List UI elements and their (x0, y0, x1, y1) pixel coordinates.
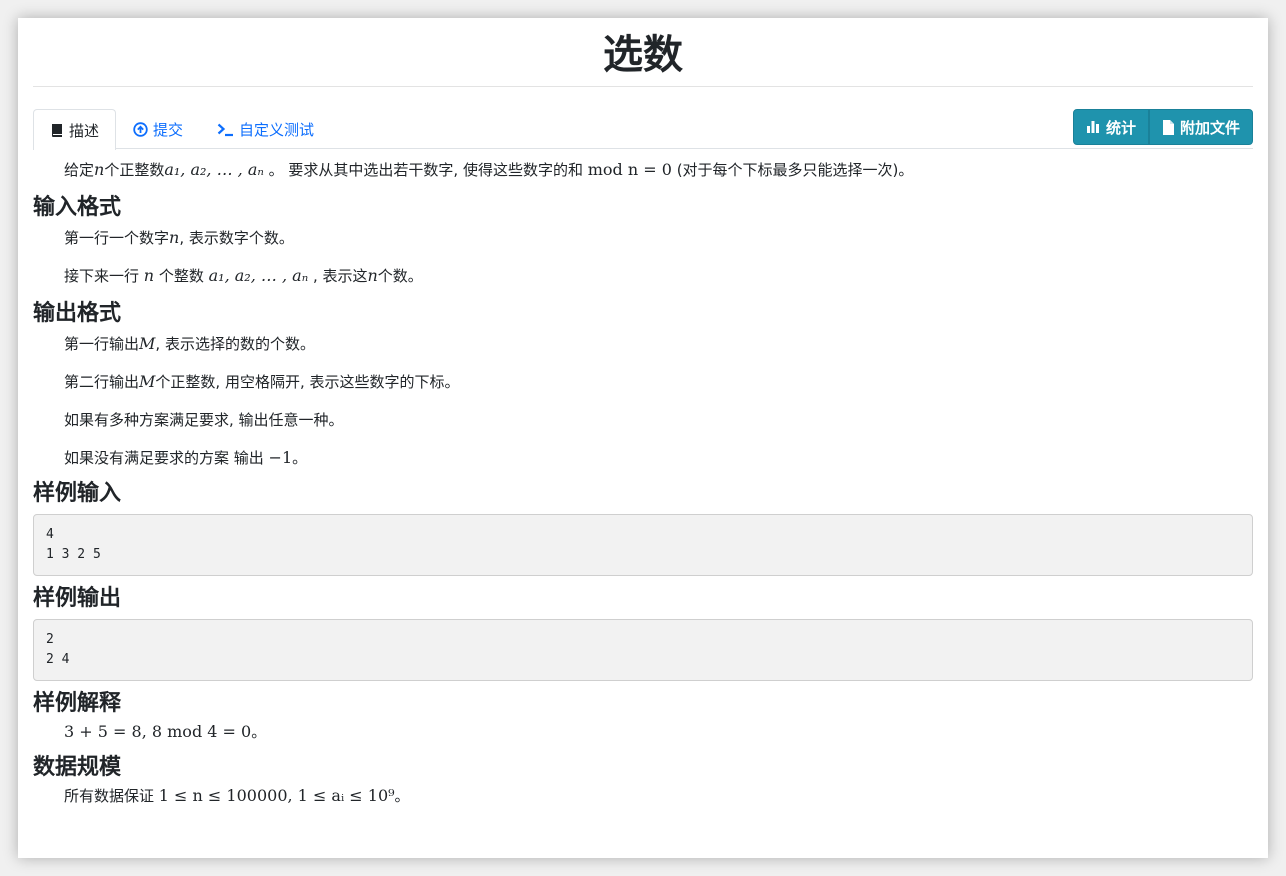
sample-input-block: 4 1 3 2 5 (33, 514, 1253, 576)
terminal-icon (217, 122, 234, 137)
file-icon (1162, 119, 1174, 135)
bar-chart-icon (1086, 120, 1100, 134)
sample-output-block: 2 2 4 (33, 619, 1253, 681)
math-formula: 1 ≤ n ≤ 100000, 1 ≤ aᵢ ≤ 10⁹ (158, 786, 395, 805)
text: 第一行一个数字 (64, 229, 170, 247)
math-var: M (139, 334, 156, 353)
text: 第一行输出 (64, 335, 140, 353)
book-icon (50, 123, 64, 138)
math-formula: mod n = 0 (587, 160, 672, 179)
math-var: n (169, 228, 180, 247)
page-title: 选数 (603, 32, 683, 78)
input-line-1: 第一行一个数字n, 表示数字个数。 (33, 227, 1253, 249)
text: , 表示选择的数的个数。 (155, 335, 315, 353)
sample-explanation-text: 3 + 5 = 8, 8 mod 4 = 0。 (33, 721, 1253, 743)
math-var: n (94, 160, 105, 179)
output-line-3: 如果有多种方案满足要求, 输出任意一种。 (64, 411, 344, 429)
data-scale-heading: 数据规模 (33, 755, 122, 780)
sample-explanation-heading: 样例解释 (33, 691, 122, 716)
text: 。 (251, 723, 267, 741)
attachments-label: 附加文件 (1179, 118, 1240, 137)
tab-bar: 描述 提交 自定义测试 统计 附加文件 (33, 109, 1253, 150)
tab-custom-test[interactable]: 自定义测试 (200, 109, 331, 148)
upload-circle-icon (133, 121, 148, 137)
attachments-button[interactable]: 附加文件 (1148, 109, 1253, 145)
math-sequence: a₁, a₂, … , aₙ (208, 266, 309, 285)
problem-content: 给定n个正整数a₁, a₂, … , aₙ 。 要求从其中选出若干数字, 使得这… (33, 159, 1253, 807)
intro-text: 给定 (64, 161, 95, 179)
intro-paragraph: 给定n个正整数a₁, a₂, … , aₙ 。 要求从其中选出若干数字, 使得这… (33, 159, 1253, 181)
data-scale-text: 所有数据保证 1 ≤ n ≤ 100000, 1 ≤ aᵢ ≤ 10⁹。 (33, 785, 1253, 807)
tab-label: 描述 (69, 121, 100, 140)
output-line-1: 第一行输出M, 表示选择的数的个数。 (33, 333, 1253, 355)
tab-label: 提交 (153, 120, 184, 139)
input-line-2: 接下来一行 n 个整数 a₁, a₂, … , aₙ , 表示这n个数。 (33, 265, 1253, 287)
title-divider (33, 86, 1253, 87)
math-sequence: a₁, a₂, … , aₙ (164, 160, 264, 179)
text: , 表示数字个数。 (179, 229, 294, 247)
math-value: −1 (268, 448, 293, 467)
sample-input-heading: 样例输入 (33, 481, 122, 506)
code-line: 2 (46, 632, 54, 647)
text: 个正整数, 用空格隔开, 表示这些数字的下标。 (155, 373, 460, 391)
sample-output-heading: 样例输出 (33, 586, 122, 611)
intro-text: 个正整数 (104, 161, 165, 179)
output-line-4: 如果没有满足要求的方案 输出 −1。 (33, 447, 1253, 469)
math-var: M (139, 372, 156, 391)
text: 。 (292, 449, 308, 467)
output-line-2: 第二行输出M个正整数, 用空格隔开, 表示这些数字的下标。 (33, 371, 1253, 393)
tab-submit[interactable]: 提交 (116, 109, 200, 148)
text: 所有数据保证 (64, 787, 159, 805)
input-format-heading: 输入格式 (33, 195, 122, 220)
intro-text: 。 要求从其中选出若干数字, 使得这些数字的和 (263, 161, 588, 179)
intro-text: (对于每个下标最多只能选择一次)。 (671, 161, 914, 179)
code-line: 2 4 (46, 652, 70, 667)
code-line: 1 3 2 5 (46, 547, 101, 562)
tab-description[interactable]: 描述 (33, 109, 117, 150)
text: , 表示这 (308, 267, 368, 285)
statistics-button[interactable]: 统计 (1072, 109, 1149, 145)
math-var: n (367, 266, 378, 285)
problem-card: 选数 描述 提交 自定义测试 统计 附加文件 给定n个正整数a₁, a₂, … … (18, 18, 1268, 858)
text: 接下来一行 (64, 267, 144, 285)
math-var: n (143, 266, 155, 285)
text: 个整数 (154, 267, 209, 285)
math-formula: 3 + 5 = 8, 8 mod 4 = 0 (64, 722, 252, 741)
text: 个数。 (377, 267, 423, 285)
code-line: 4 (46, 527, 54, 542)
text: 如果没有满足要求的方案 输出 (64, 449, 269, 467)
output-format-heading: 输出格式 (33, 301, 122, 326)
tab-label: 自定义测试 (239, 120, 315, 139)
text: 第二行输出 (64, 373, 140, 391)
statistics-label: 统计 (1105, 118, 1136, 137)
text: 。 (394, 787, 410, 805)
